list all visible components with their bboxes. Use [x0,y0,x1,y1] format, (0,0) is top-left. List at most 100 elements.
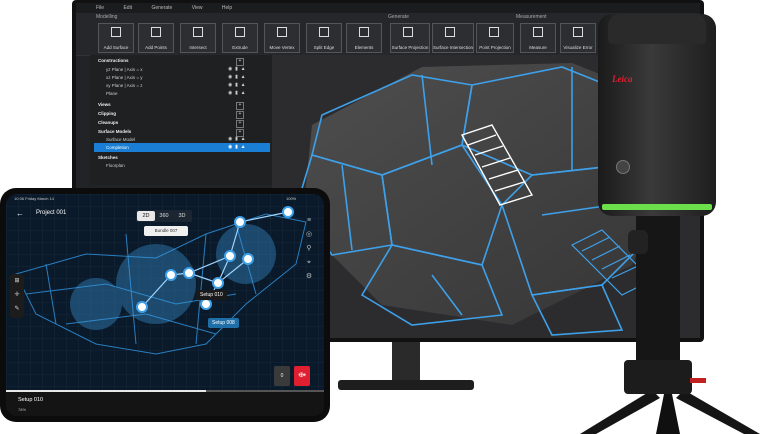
tree-sketches[interactable]: Sketches [98,154,118,162]
right-toolbar: ≡ ◎ ⚲ ⌖ ⚙ [302,216,316,282]
add-points-icon [151,27,161,37]
tree-row-plane[interactable]: Plane [106,90,118,98]
tree-row-completion[interactable]: Completion [106,144,129,152]
layers-icon[interactable]: ≡ [304,216,314,226]
ribbon-group-modelling: Modelling [96,14,118,20]
tree-cleanups[interactable]: Cleanups [98,119,118,127]
scene-tree-panel: Constructions + yz Plane | Axis = x ◉ ▮ … [90,55,272,185]
tripod-legs [580,390,760,434]
scan-progress-fill [6,390,207,392]
left-toolbar: ⊞ ✛ ✎ [10,274,24,318]
camera-icon[interactable]: ◎ [304,230,314,240]
tree-views[interactable]: Views [98,101,111,109]
tree-row-floorplan[interactable]: Floorplan [106,162,125,170]
tree-surface-models[interactable]: Surface Models [98,128,131,136]
move-vertex-icon [277,27,287,37]
scan-start-button[interactable]: ⟴ [294,366,310,386]
point-projection-label: Point Projection [479,45,511,50]
tablet-app-screen: 10:36 Friday March 14 100% ← Project 001… [6,194,324,416]
visualize-error-label: Visualize Error [563,45,593,50]
monitor-stand-base [338,380,474,390]
tree-clipping[interactable]: Clipping [98,110,116,118]
menu-edit[interactable]: Edit [123,5,132,11]
eye-trash-lock-icons[interactable]: ◉ ▮ ▲ [228,66,266,74]
counter-button[interactable]: 0 [274,366,290,386]
bundle-chip[interactable]: Bundle 007 [144,226,188,236]
intersect-icon [193,27,203,37]
tripod-head [624,360,692,394]
surface-projection-icon [403,27,413,37]
add-surface-button[interactable]: Add Surface [98,23,134,53]
menu-bar: File Edit Generate View Help [76,3,700,13]
measure-label: Measure [529,45,547,50]
tree-row-xy-plane[interactable]: xy Plane | Axis = z [106,82,143,90]
menu-generate[interactable]: Generate [151,5,172,11]
add-clipping-button[interactable]: + [236,111,244,119]
split-edge-icon [319,27,329,37]
scanner-battery-text: 78% [18,407,27,412]
menu-file[interactable]: File [96,5,104,11]
eye-trash-lock-icons[interactable]: ◉ ▮ ▲ [228,90,266,98]
eye-trash-lock-icons[interactable]: ◉ ▮ ▲ [228,74,266,82]
back-arrow-icon[interactable]: ← [16,209,24,218]
add-cleanup-button[interactable]: + [236,120,244,128]
monitor-stand-neck [392,342,420,380]
scanner-power-button[interactable] [616,160,630,174]
view-mode-switch: 2D 360 3D [136,210,192,222]
split-edge-label: Split Edge [313,45,335,50]
intersect-button[interactable]: Intersect [180,23,216,53]
tree-row-xz-plane[interactable]: xz Plane | Axis = y [106,74,143,82]
point-projection-button[interactable]: Point Projection [476,23,514,53]
crosshair-icon[interactable]: ✛ [12,290,22,300]
bottom-sheet[interactable] [6,390,324,416]
scanner-brand-logo: Leica [612,74,633,84]
add-surface-icon [111,27,121,37]
visualize-error-button[interactable]: Visualize Error [560,23,596,53]
surface-projection-label: Surface Projection [391,45,429,50]
add-surface-label: Add Surface [103,45,129,50]
tree-constructions[interactable]: Constructions [98,57,129,65]
mode-3d-button[interactable]: 3D [173,211,191,221]
mode-2d-button[interactable]: 2D [137,211,155,221]
laser-scanner-top [608,14,706,44]
setup-label-008[interactable]: Setup 008 [208,318,239,328]
elements-label: Elements [354,45,374,50]
elements-icon [359,27,369,37]
tree-row-yz-plane[interactable]: yz Plane | Axis = x [106,66,143,74]
link-icon[interactable]: ⚲ [304,244,314,254]
status-bar-battery: 100% [286,196,297,201]
surface-intersection-button[interactable]: Surface Intersection [432,23,474,53]
eye-trash-lock-icons[interactable]: ◉ ▮ ▲ [228,144,266,152]
add-view-button[interactable]: + [236,102,244,110]
move-vertex-label: Move Vertex [269,45,295,50]
grid-icon[interactable]: ⊞ [12,276,22,286]
add-construction-button[interactable]: + [236,58,244,66]
extrude-label: Extrude [232,45,248,50]
measure-button[interactable]: Measure [520,23,556,53]
location-icon[interactable]: ⌖ [304,258,314,268]
add-points-button[interactable]: Add Points [138,23,174,53]
menu-view[interactable]: View [192,5,203,11]
pencil-icon[interactable]: ✎ [12,304,22,314]
elements-button[interactable]: Elements [346,23,382,53]
extrude-icon [235,27,245,37]
surface-intersection-icon [445,27,455,37]
move-vertex-button[interactable]: Move Vertex [264,23,300,53]
intersect-label: Intersect [189,45,207,50]
tripod-red-lever [690,378,706,383]
surface-intersection-label: Surface Intersection [433,45,474,50]
settings-icon[interactable]: ⚙ [304,272,314,282]
surface-projection-button[interactable]: Surface Projection [390,23,430,53]
extrude-button[interactable]: Extrude [222,23,258,53]
menu-help[interactable]: Help [222,5,232,11]
project-title: Project 001 [36,210,67,216]
split-edge-button[interactable]: Split Edge [306,23,342,53]
measure-icon [533,27,543,37]
scanner-status-ring [602,204,712,210]
visualize-error-icon [573,27,583,37]
setup-label-010[interactable]: Setup 010 [196,290,227,300]
tripod-knob [628,230,648,254]
mode-360-button[interactable]: 360 [155,211,173,221]
point-cloud-map[interactable] [6,194,324,390]
eye-trash-lock-icons[interactable]: ◉ ▮ ▲ [228,82,266,90]
